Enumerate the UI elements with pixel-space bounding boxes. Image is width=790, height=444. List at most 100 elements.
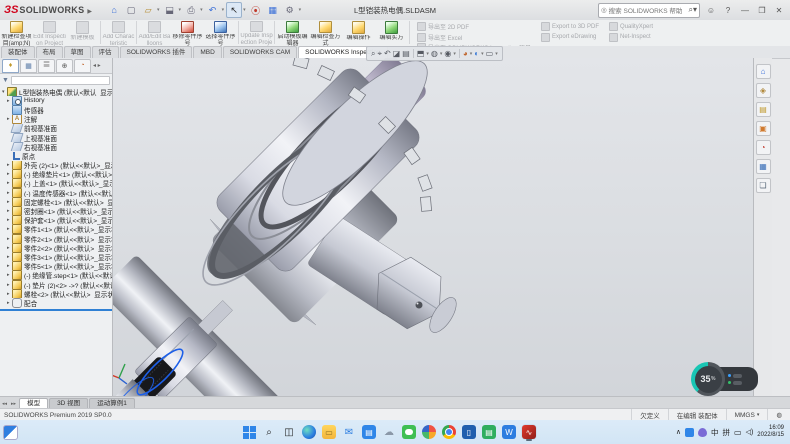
panel-tab-dimxpertmanager[interactable]: ⊕ xyxy=(56,59,73,73)
dropdown-caret-icon[interactable]: ▾ xyxy=(157,7,160,13)
tree-item[interactable]: 上视基准面 xyxy=(0,133,112,142)
taskbar-browser-icon[interactable] xyxy=(422,425,436,439)
tree-item[interactable]: ▸外壳 (2)<1> (默认<<默认>_显示状 xyxy=(0,161,112,170)
tree-item[interactable]: ▸(-) 垫片 (2)<2> ->? (默认<<默认> xyxy=(0,280,112,289)
tab-评估[interactable]: 评估 xyxy=(92,46,119,58)
taskbar-chrome-icon[interactable] xyxy=(442,425,456,439)
ribbon-button-edit-instance[interactable]: 编辑实方 xyxy=(375,20,408,46)
open-icon[interactable]: ▱ xyxy=(140,2,156,18)
mode-button[interactable] xyxy=(733,381,742,385)
tree-item[interactable]: ▸A注解 xyxy=(0,115,112,124)
previous-view-icon[interactable]: ↶ xyxy=(384,48,391,59)
tab-solidworks-插件[interactable]: SOLIDWORKS 插件 xyxy=(120,46,193,58)
dropdown-caret-icon[interactable]: ▾ xyxy=(243,7,246,13)
dropdown-caret-icon[interactable]: ▾ xyxy=(222,7,225,13)
taskbar-wps-icon[interactable]: W xyxy=(502,425,516,439)
tree-item[interactable]: ▸零件5<1> (默认<<默认>_显示状 xyxy=(0,262,112,271)
display-style-icon[interactable]: ◍ xyxy=(431,48,438,59)
taskbar-search-icon[interactable]: ⌕ xyxy=(261,424,278,441)
tree-item[interactable]: 传感器 xyxy=(0,105,112,114)
panel-splitter[interactable] xyxy=(0,309,112,311)
edit-appearance-icon[interactable]: ◕ xyxy=(463,48,468,59)
ribbon-button-launch-template-editor[interactable]: 启动模板编辑器 xyxy=(276,20,309,46)
tree-item[interactable]: ▸(-) 绝缘管.step<1> (默认<<默认> xyxy=(0,271,112,280)
dropdown-caret-icon[interactable]: ▾ xyxy=(440,51,443,57)
ime-language[interactable]: 中 xyxy=(711,427,719,438)
appearances-icon[interactable]: ◔ xyxy=(756,140,771,155)
section-view-icon[interactable]: ◪ xyxy=(393,48,401,59)
options-icon[interactable]: ⚙ xyxy=(282,2,298,18)
tree-item[interactable]: ▸零件2<2> (默认<<默认>_显示状 xyxy=(0,243,112,252)
tree-item[interactable]: ▸保护套<1> (默认<<默认>_显示状 xyxy=(0,216,112,225)
zoom-to-area-icon[interactable]: ⌖ xyxy=(377,48,382,59)
tree-item[interactable]: ▸零件1<1> (默认<<默认>_显示状 xyxy=(0,225,112,234)
taskbar-notes-icon[interactable]: ▤ xyxy=(482,425,496,439)
graphics-viewport[interactable]: 35% ⌂◈▤▣◔▦❏ xyxy=(113,58,772,396)
ribbon-button-remove-balloons[interactable]: 移除零件序号 xyxy=(171,20,204,46)
ribbon-button-edit-operation[interactable]: 编辑操作 xyxy=(342,20,375,46)
apply-scene-icon[interactable]: ◐ xyxy=(474,48,479,59)
ribbon-button-new-inspection-project[interactable]: 新建检查项目(amp;N) xyxy=(0,20,33,46)
tray-app2-icon[interactable] xyxy=(698,428,707,437)
tree-item[interactable]: ▸(-) 绝缘垫片<1> (默认<<默认>_显 xyxy=(0,170,112,179)
dropdown-caret-icon[interactable]: ▾ xyxy=(470,51,473,57)
tree-item[interactable]: ▸固定螺栓<1> (默认<<默认>_显示 xyxy=(0,197,112,206)
dropdown-caret-icon[interactable]: ▾ xyxy=(453,51,456,57)
tree-item[interactable]: ▸(-) 上盖<1> (默认<<默认>_显示状 xyxy=(0,179,112,188)
taskbar-widgets-icon[interactable] xyxy=(2,424,19,441)
taskbar-edge-icon[interactable] xyxy=(302,425,316,439)
select-icon[interactable]: ↖ xyxy=(226,2,242,18)
help-icon[interactable]: ? xyxy=(722,6,734,15)
taskbar-wechat-icon[interactable] xyxy=(402,425,416,439)
search-box[interactable]: ◎ 搜索 SOLIDWORKS 帮助 ⌕▾ xyxy=(598,3,700,18)
dropdown-caret-icon[interactable]: ▾ xyxy=(495,51,498,57)
tree-item[interactable]: ▸密封圈<1> (默认<<默认>_显示状 xyxy=(0,206,112,215)
search-icon[interactable]: ⌕▾ xyxy=(689,5,698,15)
taskbar-onedrive-icon[interactable]: ☁ xyxy=(381,424,398,441)
taskbar-file-explorer-icon[interactable]: ▭ xyxy=(322,425,336,439)
ribbon-button-edit-inspection-method[interactable]: 编辑检查方式 xyxy=(309,20,342,46)
taskbar-store-icon[interactable]: ▤ xyxy=(362,425,376,439)
ime-mode[interactable]: 拼 xyxy=(723,427,731,438)
solidworks-resources-icon[interactable]: ⌂ xyxy=(756,64,771,79)
restore-button[interactable]: ❐ xyxy=(756,6,768,15)
dropdown-caret-icon[interactable]: ▾ xyxy=(200,7,203,13)
dropdown-caret-icon[interactable]: ▾ xyxy=(481,51,484,57)
tree-item[interactable]: 前视基准面 xyxy=(0,124,112,133)
user-icon[interactable]: ☺ xyxy=(705,6,717,15)
panel-tab-featuremanager[interactable]: ♦ xyxy=(2,59,19,73)
zoom-to-fit-icon[interactable]: ⌕ xyxy=(371,48,375,59)
taskbar-reader-icon[interactable]: ▯ xyxy=(462,425,476,439)
view-settings-icon[interactable]: ▭ xyxy=(486,48,494,59)
close-button[interactable]: ✕ xyxy=(773,6,785,15)
tab-solidworks-cam[interactable]: SOLIDWORKS CAM xyxy=(223,46,297,58)
logo-expand-arrow[interactable]: ▶ xyxy=(87,8,92,15)
view-orientation-icon[interactable]: ⬒ xyxy=(417,48,425,59)
tray-app1-icon[interactable] xyxy=(685,428,694,437)
tree-item[interactable]: ▸配合 xyxy=(0,298,112,307)
dynamic-annotation-icon[interactable]: ▤ xyxy=(402,48,410,59)
cast-icon[interactable]: ▭ xyxy=(734,428,742,437)
home-icon[interactable]: ⌂ xyxy=(106,2,122,18)
tree-item[interactable]: ▸History xyxy=(0,96,112,105)
solidworks-forum-icon[interactable]: ❏ xyxy=(756,178,771,193)
tab-草图[interactable]: 草图 xyxy=(64,46,91,58)
dropdown-caret-icon[interactable]: ▾ xyxy=(426,51,429,57)
undo-icon[interactable]: ↶ xyxy=(205,2,221,18)
tree-item[interactable]: ▸(-) 温度传感器<1> (默认<<默认>_ xyxy=(0,188,112,197)
taskbar-clock[interactable]: 16:09 2022/8/15 xyxy=(757,425,784,439)
design-library-icon[interactable]: ◈ xyxy=(756,83,771,98)
file-explorer-icon[interactable]: ▤ xyxy=(756,102,771,117)
battery-widget[interactable]: 35% xyxy=(691,362,758,396)
tree-item[interactable]: ▸零件2<1> (默认<<默认>_显示状 xyxy=(0,234,112,243)
volume-icon[interactable]: ◁) xyxy=(746,428,754,436)
tab-装配体[interactable]: 装配体 xyxy=(1,46,35,58)
minimize-button[interactable]: — xyxy=(739,6,751,15)
save-icon[interactable]: ⬓ xyxy=(162,2,178,18)
panel-tab-configurationmanager[interactable]: 𝄚 xyxy=(38,59,55,73)
display-settings-icon[interactable]: ▦ xyxy=(265,2,281,18)
tree-item[interactable]: 原点 xyxy=(0,151,112,160)
panel-tab-overflow-icon[interactable]: ◂ ▸ xyxy=(93,62,101,69)
dropdown-caret-icon[interactable]: ▾ xyxy=(179,7,182,13)
panel-tab-displaymanager[interactable]: ◔ xyxy=(74,59,91,73)
